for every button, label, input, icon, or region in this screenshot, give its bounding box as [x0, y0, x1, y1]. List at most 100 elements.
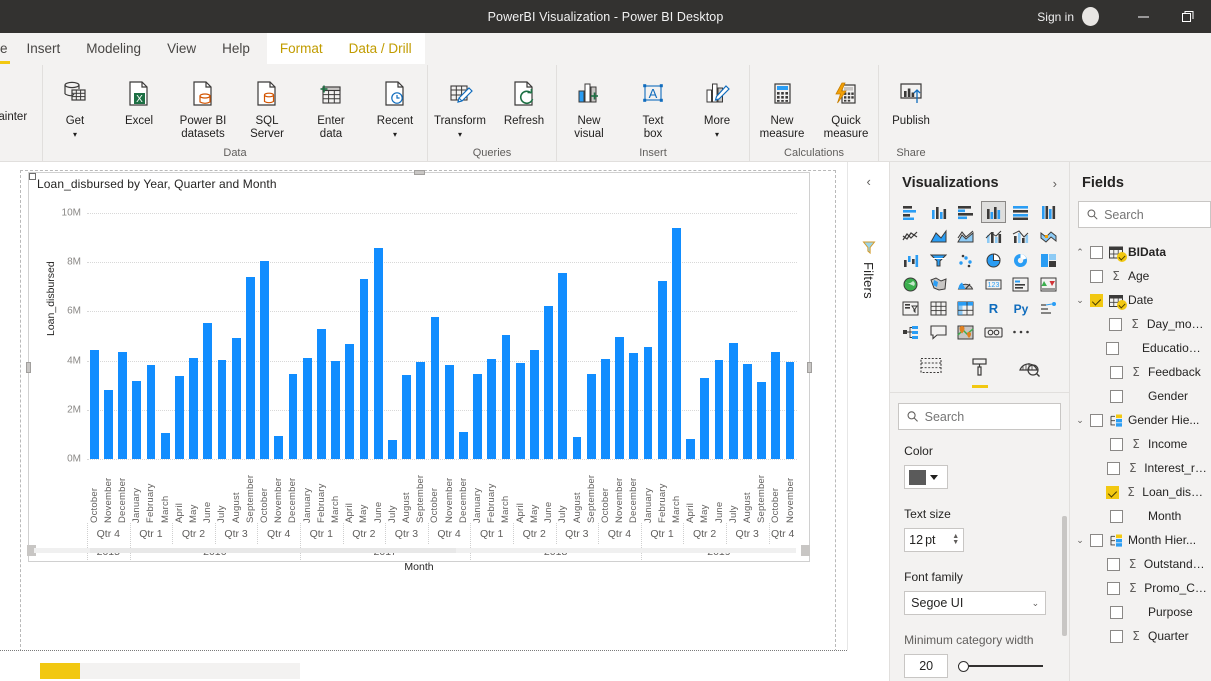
field-checkbox[interactable]	[1110, 629, 1123, 643]
bar-cell[interactable]	[130, 213, 144, 459]
format-pane-scrollbar[interactable]	[1062, 516, 1067, 636]
visual-type-clustered-column-chart[interactable]	[980, 201, 1007, 223]
field-checkbox[interactable]	[1090, 533, 1103, 547]
bar-cell[interactable]	[328, 213, 342, 459]
bar-series[interactable]	[87, 213, 797, 459]
field-row[interactable]: Month	[1070, 504, 1211, 528]
bar[interactable]	[785, 361, 795, 459]
field-row[interactable]: ⌄ Gender Hie...	[1070, 408, 1211, 432]
bar[interactable]	[601, 358, 610, 459]
bar-cell[interactable]	[243, 213, 257, 459]
visual-type-line-and-stacked-column-chart[interactable]	[981, 225, 1006, 247]
visual-type-qna-visual[interactable]	[926, 321, 951, 343]
transform-data-button[interactable]: Transform ▾	[428, 69, 492, 141]
scroll-thumb[interactable]	[90, 548, 456, 553]
bar[interactable]	[444, 365, 454, 459]
minimum-category-width-slider[interactable]	[958, 660, 1044, 672]
bar-cell[interactable]	[712, 213, 726, 459]
field-row[interactable]: Σ Age	[1070, 264, 1211, 288]
resize-handle-left[interactable]	[26, 362, 31, 373]
visual-type-treemap[interactable]	[1036, 249, 1061, 271]
power-bi-datasets-button[interactable]: Power BI datasets	[171, 69, 235, 141]
bar[interactable]	[146, 364, 156, 459]
visual-type-kpi[interactable]	[1036, 273, 1061, 295]
bar-cell[interactable]	[584, 213, 598, 459]
field-row[interactable]: Σ Income	[1070, 432, 1211, 456]
bar[interactable]	[89, 349, 99, 459]
page-tab-bar-rest[interactable]	[80, 663, 300, 679]
field-row[interactable]: Education_l...	[1070, 336, 1211, 360]
bar-cell[interactable]	[144, 213, 158, 459]
visual-type-pie-chart[interactable]	[981, 249, 1006, 271]
field-row[interactable]: ⌄ Month Hier...	[1070, 528, 1211, 552]
bar-cell[interactable]	[371, 213, 385, 459]
field-checkbox[interactable]	[1110, 605, 1123, 619]
resize-handle-top[interactable]	[414, 170, 425, 175]
field-row[interactable]: Σ Promo_Ca...	[1070, 576, 1211, 600]
field-checkbox[interactable]	[1105, 485, 1119, 499]
visual-type-stacked-area-chart[interactable]	[953, 225, 978, 247]
field-checkbox[interactable]	[1090, 245, 1103, 259]
bar-cell[interactable]	[470, 213, 484, 459]
ribbon-tab-insert[interactable]: Insert	[14, 33, 74, 64]
bar[interactable]	[615, 336, 625, 459]
field-row[interactable]: Σ Loan_disbu...	[1070, 480, 1211, 504]
bar[interactable]	[586, 374, 596, 459]
field-row[interactable]: ⌄ Date	[1070, 288, 1211, 312]
bar[interactable]	[174, 376, 184, 459]
sign-in-button[interactable]: Sign in	[1037, 10, 1074, 24]
bar[interactable]	[260, 260, 269, 459]
visual-type-matrix[interactable]	[953, 297, 978, 319]
visual-type-paginated-report[interactable]	[981, 321, 1006, 343]
ribbon-tab-modeling[interactable]: Modeling	[73, 33, 154, 64]
ribbon-tab-view[interactable]: View	[154, 33, 209, 64]
format-pane-tab[interactable]	[970, 357, 990, 388]
visual-type-funnel-chart[interactable]	[926, 249, 951, 271]
visual-type-gauge[interactable]	[953, 273, 978, 295]
visual-type-100-stacked-column-chart[interactable]	[1036, 201, 1061, 223]
bar[interactable]	[203, 322, 213, 459]
bar-cell[interactable]	[115, 213, 129, 459]
field-row[interactable]: Gender	[1070, 384, 1211, 408]
bar[interactable]	[103, 389, 113, 459]
bar-cell[interactable]	[570, 213, 584, 459]
format-search-input[interactable]	[924, 409, 1052, 424]
fields-tree[interactable]: ⌃ BIData Σ Age ⌄ Date Σ Day_month Education_l...…	[1070, 240, 1211, 648]
bar-cell[interactable]	[669, 213, 683, 459]
format-search-box[interactable]	[898, 403, 1061, 430]
bar[interactable]	[743, 363, 752, 459]
bar-cell[interactable]	[201, 213, 215, 459]
bar[interactable]	[331, 361, 340, 459]
field-row[interactable]: Σ Feedback	[1070, 360, 1211, 384]
bar-cell[interactable]	[684, 213, 698, 459]
bar[interactable]	[316, 328, 326, 459]
visual-type-clustered-bar-chart[interactable]	[953, 201, 978, 223]
field-row[interactable]: Σ Day_month	[1070, 312, 1211, 336]
bar[interactable]	[558, 273, 568, 459]
bar-cell[interactable]	[343, 213, 357, 459]
bar[interactable]	[501, 334, 511, 459]
visual-type-scatter-chart[interactable]	[953, 249, 978, 271]
ribbon-tab-format[interactable]: Format	[266, 33, 336, 64]
minimize-button[interactable]	[1121, 0, 1166, 33]
bar[interactable]	[118, 352, 127, 459]
chevron-up-icon[interactable]: ⌃	[1070, 247, 1090, 258]
report-canvas[interactable]: Loan_disbursed by Year, Quarter and Mont…	[0, 162, 849, 681]
chevron-down-icon[interactable]: ⌄	[1070, 415, 1090, 426]
bar[interactable]	[245, 277, 255, 459]
fields-pane-tab[interactable]	[920, 357, 942, 388]
visual-type-table[interactable]	[926, 297, 951, 319]
visual-type-key-influencers[interactable]	[1036, 297, 1061, 319]
bar[interactable]	[288, 373, 298, 459]
field-checkbox[interactable]	[1090, 413, 1103, 427]
visual-type-arcgis-maps[interactable]	[953, 321, 978, 343]
bar[interactable]	[544, 306, 553, 459]
filters-pane-collapsed[interactable]: ‹ Filters	[848, 162, 891, 681]
bar-cell[interactable]	[286, 213, 300, 459]
visual-type-ribbon-chart[interactable]	[1036, 225, 1061, 247]
bar-cell[interactable]	[655, 213, 669, 459]
bar-cell[interactable]	[357, 213, 371, 459]
color-picker[interactable]	[904, 465, 949, 489]
bar[interactable]	[302, 358, 312, 459]
bar-cell[interactable]	[755, 213, 769, 459]
